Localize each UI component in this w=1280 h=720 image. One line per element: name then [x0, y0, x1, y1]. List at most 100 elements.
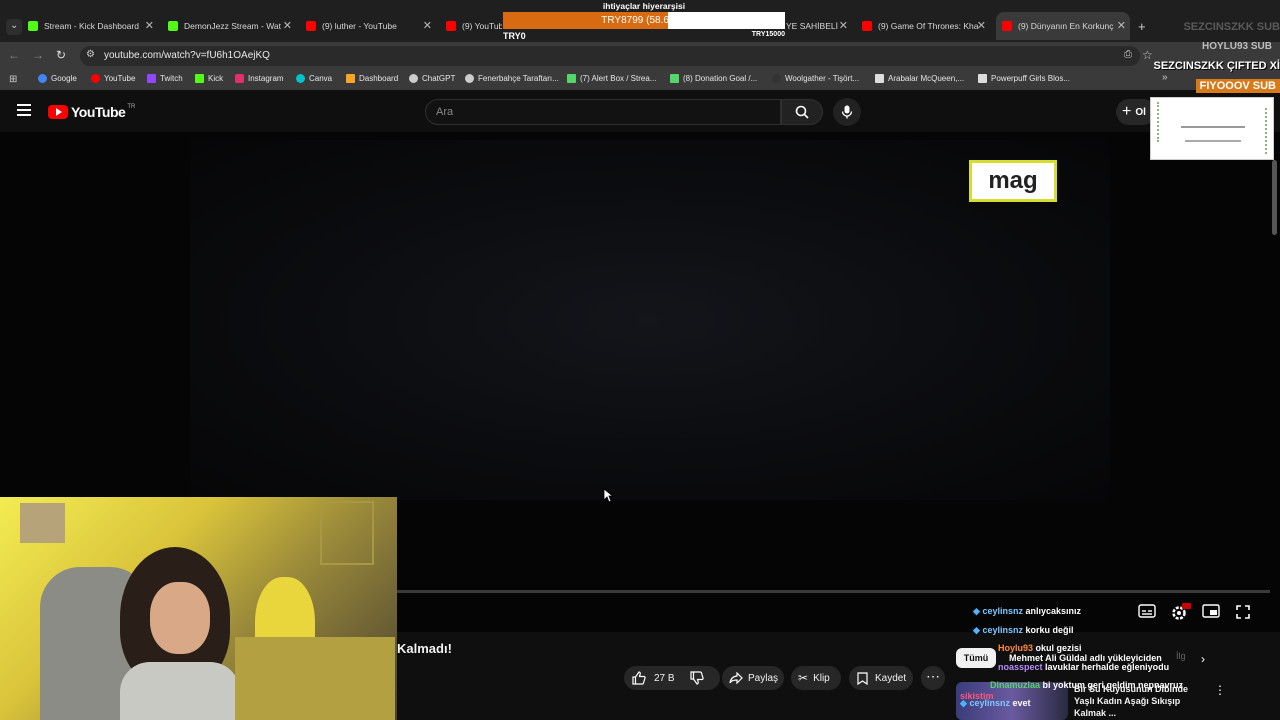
- subscriber-alert-overlay: SEZCINSZKK SUB HOYLU93 SUB SEZCINSZKK ÇI…: [1140, 17, 1280, 97]
- share-icon: [729, 672, 743, 684]
- close-icon[interactable]: ✕: [1117, 19, 1126, 32]
- bookmark-label: ChatGPT: [422, 74, 456, 83]
- sub-line: SEZCINSZKK ÇIFTED Xİ: [1153, 60, 1280, 72]
- close-icon[interactable]: ✕: [145, 19, 154, 32]
- chip-all[interactable]: Tümü: [956, 648, 996, 668]
- youtube-logo[interactable]: YouTube TR: [48, 104, 135, 120]
- bookmark-label: Powerpuff Girls Blos...: [991, 74, 1070, 83]
- more-actions-icon[interactable]: ⋯: [921, 666, 945, 690]
- chat-message: noasspect lavuklar herhalde eğleniyodu: [998, 662, 1169, 672]
- bookmark-arabalar[interactable]: Arabalar McQueen,...: [875, 74, 964, 83]
- close-icon[interactable]: ✕: [283, 19, 292, 32]
- chevron-right-icon[interactable]: ›: [1201, 652, 1205, 666]
- browser-tab[interactable]: (9) YouTube: [446, 12, 502, 40]
- preview-text-line: [1181, 126, 1245, 128]
- share-button[interactable]: Paylaş: [729, 666, 778, 690]
- badge-icon: ◆: [973, 606, 980, 616]
- chat-message: ◆ ceylinsnz evet: [960, 698, 1031, 709]
- browser-tab[interactable]: (9) Game Of Thrones: Kha ✕: [862, 12, 990, 40]
- chat-text: anlıycaksınız: [1025, 606, 1082, 616]
- subtitles-icon[interactable]: [1138, 604, 1158, 622]
- canva-icon: [296, 74, 305, 83]
- chat-message: Dinamuzlaa bi yoktum geri geldim nepnavr…: [990, 680, 1183, 690]
- browser-tab-active[interactable]: (9) Dünyanın En Korkunç ✕: [996, 12, 1130, 40]
- search-input[interactable]: Ara: [425, 99, 781, 125]
- dislike-button[interactable]: [690, 666, 704, 690]
- youtube-icon: [1002, 21, 1012, 31]
- bookmark-alert-box[interactable]: (7) Alert Box / Strea...: [567, 74, 656, 83]
- install-icon[interactable]: ⎙: [1124, 49, 1132, 60]
- webcam-overlay: [0, 497, 397, 720]
- back-arrow-icon[interactable]: ←: [8, 48, 20, 62]
- kick-icon: [28, 21, 38, 31]
- tab-label: YE SAHİBELİ: [786, 21, 838, 31]
- chat-user: Dinamuzlaa: [990, 680, 1041, 690]
- microphone-icon: [841, 105, 853, 119]
- miniplayer-icon[interactable]: [1202, 604, 1222, 622]
- bookmark-powerpuff[interactable]: Powerpuff Girls Blos...: [978, 74, 1070, 83]
- clip-button[interactable]: ✂ Klip: [798, 666, 830, 690]
- browser-tab[interactable]: DemonJezz Stream - Wat ✕: [168, 12, 296, 40]
- tab-label: (9) Game Of Thrones: Kha: [878, 21, 979, 31]
- save-label: Kaydet: [875, 672, 907, 684]
- save-button[interactable]: Kaydet: [857, 666, 906, 690]
- more-vertical-icon[interactable]: ⋮: [1214, 683, 1226, 697]
- bookmark-instagram[interactable]: Instagram: [235, 74, 284, 83]
- video-sign: mag: [969, 160, 1057, 202]
- site-info-icon[interactable]: ⚙: [86, 49, 95, 60]
- like-button[interactable]: 27 B: [632, 666, 675, 690]
- settings-gear-icon[interactable]: [1170, 603, 1191, 622]
- bookmark-woolgather[interactable]: Woolgather - Tişört...: [772, 74, 859, 83]
- badge-icon: ◆: [960, 698, 967, 708]
- bookmark-canva[interactable]: Canva: [296, 74, 332, 83]
- bookmark-icon: [857, 671, 868, 685]
- close-icon[interactable]: ✕: [423, 19, 432, 32]
- popup-preview-window: [1150, 97, 1274, 160]
- bookmark-twitch[interactable]: Twitch: [147, 74, 183, 83]
- bookmark-google[interactable]: Google: [38, 74, 77, 83]
- reload-icon[interactable]: ↻: [56, 48, 66, 62]
- chatgpt-icon: [409, 74, 418, 83]
- sub-line: SEZCINSZKK SUB: [1183, 21, 1280, 33]
- close-icon[interactable]: ✕: [839, 19, 848, 32]
- share-label: Paylaş: [748, 672, 779, 684]
- bookmark-chatgpt[interactable]: ChatGPT: [409, 74, 455, 83]
- video-title: Kalmadı!: [397, 641, 452, 656]
- chip-related[interactable]: İlg: [1176, 651, 1186, 661]
- youtube-icon: [91, 74, 100, 83]
- hd-badge: [1182, 603, 1191, 609]
- chair-right: [235, 637, 395, 720]
- youtube-icon: [862, 21, 872, 31]
- bookmark-youtube[interactable]: YouTube: [91, 74, 135, 83]
- chat-text: lavuklar herhalde eğleniyodu: [1045, 662, 1170, 672]
- bookmark-dashboard[interactable]: Dashboard: [346, 74, 398, 83]
- like-count: 27 B: [654, 672, 675, 684]
- forward-arrow-icon[interactable]: →: [32, 48, 44, 62]
- site-icon: [772, 74, 781, 83]
- clip-label: Klip: [813, 672, 830, 684]
- bookmark-donation-goal[interactable]: (8) Donation Goal /...: [670, 74, 757, 83]
- tab-search-button[interactable]: ⌄: [6, 19, 22, 35]
- google-icon: [38, 74, 47, 83]
- chat-message: Hoylu93 okul gezisi: [998, 643, 1082, 653]
- scrollbar-thumb[interactable]: [1272, 160, 1277, 235]
- video-progress-bar[interactable]: [397, 590, 1270, 593]
- tab-label: Stream - Kick Dashboard: [44, 21, 139, 31]
- bookmark-kick[interactable]: Kick: [195, 74, 223, 83]
- menu-icon[interactable]: [17, 104, 31, 116]
- bookmark-fenerbahce[interactable]: Fenerbahçe Taraftarı...: [465, 74, 559, 83]
- donation-goal-widget: ihtiyaçlar hiyerarşisi TRY8799 (58.66%) …: [503, 0, 785, 42]
- chat-message: ◆ ceylinsnz anlıycaksınız: [973, 606, 1081, 617]
- search-button[interactable]: [781, 99, 823, 125]
- browser-tab[interactable]: YE SAHİBELİ ✕: [786, 12, 852, 40]
- sub-line: FIYOOOV SUB: [1195, 79, 1280, 93]
- youtube-icon: [306, 21, 316, 31]
- voice-search-button[interactable]: [833, 98, 861, 126]
- fullscreen-icon[interactable]: [1235, 604, 1255, 622]
- close-icon[interactable]: ✕: [977, 19, 986, 32]
- apps-grid-icon[interactable]: ⊞: [9, 74, 17, 85]
- mouse-cursor-icon: [603, 488, 613, 503]
- url-bar[interactable]: ⚙ youtube.com/watch?v=fU6h1OAejKQ ⎙: [80, 46, 1140, 66]
- browser-tab[interactable]: Stream - Kick Dashboard ✕: [28, 12, 158, 40]
- browser-tab[interactable]: (9) luther - YouTube ✕: [306, 12, 436, 40]
